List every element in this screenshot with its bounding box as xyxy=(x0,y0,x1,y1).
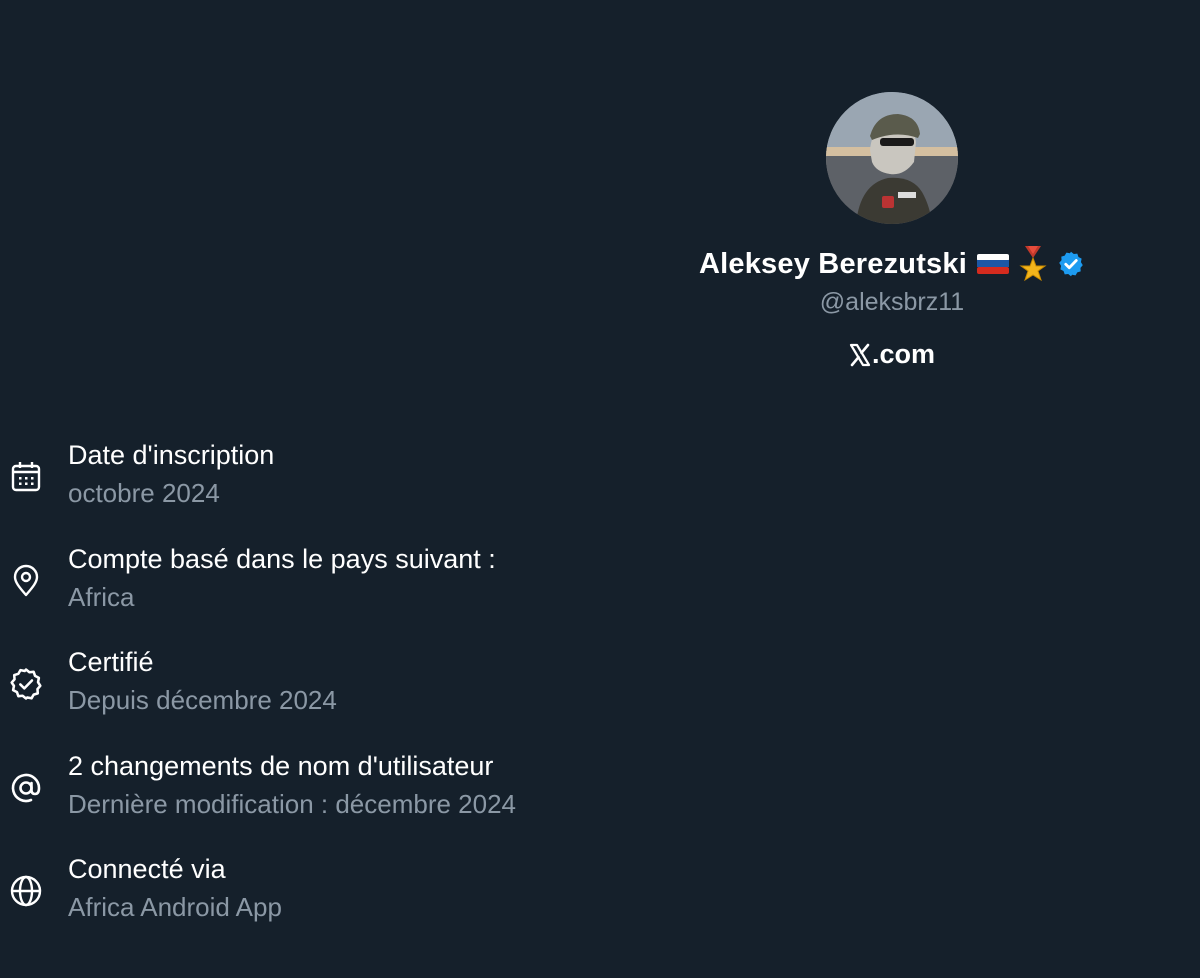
verified-check-icon xyxy=(9,667,43,701)
profile-header: Aleksey Berezutski @aleksbrz11 .com xyxy=(692,92,1092,370)
x-logo-icon xyxy=(849,343,871,367)
medal-icon xyxy=(1019,246,1047,282)
avatar[interactable] xyxy=(826,92,958,224)
list-item: Date d'inscription octobre 2024 xyxy=(0,438,700,542)
globe-icon xyxy=(9,874,43,908)
account-info-list: Date d'inscription octobre 2024 Compte b… xyxy=(0,438,700,956)
russian-flag-icon xyxy=(976,252,1009,276)
list-item: 2 changements de nom d'utilisateur Derni… xyxy=(0,749,700,853)
info-title-certified: Certifié xyxy=(68,647,154,677)
list-item: Connecté via Africa Android App xyxy=(0,852,700,956)
info-title-joined: Date d'inscription xyxy=(68,440,275,470)
user-handle: @aleksbrz11 xyxy=(819,288,965,316)
location-pin-icon xyxy=(9,564,43,598)
info-value-certified: Depuis décembre 2024 xyxy=(68,685,337,715)
at-sign-icon xyxy=(9,771,43,805)
info-value-username-changes: Dernière modification : décembre 2024 xyxy=(68,788,517,819)
info-title-connected-via: Connecté via xyxy=(68,854,226,884)
list-item: Compte basé dans le pays suivant : Afric… xyxy=(0,542,700,646)
info-title-country: Compte basé dans le pays suivant : xyxy=(68,543,496,574)
info-value-connected-via: Africa Android App xyxy=(68,892,282,922)
list-item: Certifié Depuis décembre 2024 xyxy=(0,645,700,749)
verified-badge-icon[interactable] xyxy=(1057,250,1085,278)
display-name[interactable]: Aleksey Berezutski xyxy=(699,248,967,281)
avatar-photo xyxy=(826,92,958,224)
info-value-country: Africa xyxy=(68,581,135,612)
name-row: Aleksey Berezutski xyxy=(699,246,1085,282)
calendar-icon xyxy=(9,460,43,494)
website-text: .com xyxy=(871,339,936,369)
info-title-username-changes: 2 changements de nom d'utilisateur xyxy=(68,750,494,781)
website-link[interactable]: .com xyxy=(849,339,935,370)
info-value-joined: octobre 2024 xyxy=(68,478,220,508)
